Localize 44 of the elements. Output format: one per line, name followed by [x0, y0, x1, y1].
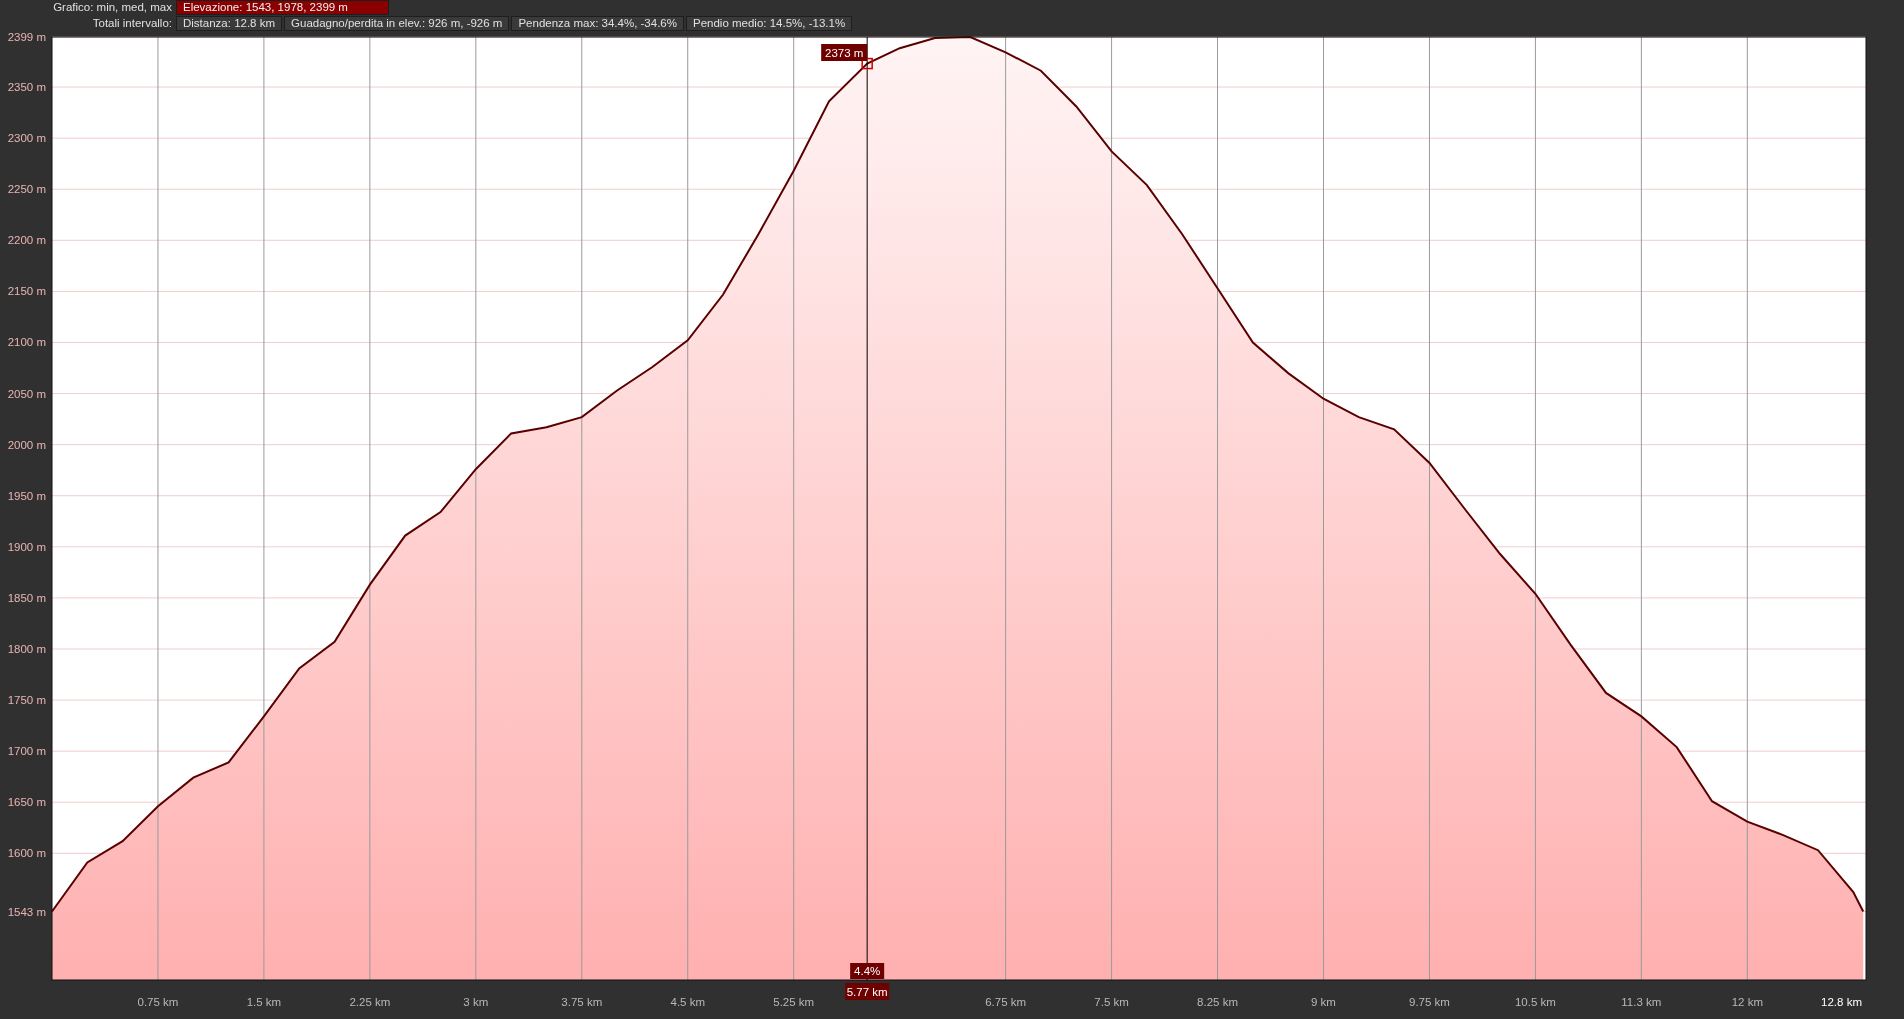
axis-label: 9.75 km: [1409, 996, 1450, 1008]
header-label: Totali intervallo:: [91, 16, 173, 31]
axis-label: 1750 m: [7, 694, 46, 707]
axis-label: 2.25 km: [349, 996, 391, 1008]
axis-label: 6.75 km: [985, 996, 1027, 1008]
axis-label: 8.25 km: [1197, 996, 1238, 1008]
stat-cell: Elevazione: 1543, 1978, 2399 m: [176, 0, 389, 15]
axis-label: 12.8 km: [1821, 996, 1862, 1008]
axis-label: 2200 m: [7, 234, 46, 247]
axis-label: 3.75 km: [561, 996, 603, 1008]
stat-cell: Distanza: 12.8 km: [176, 16, 283, 31]
header-label: Grafico: min, med, max: [52, 0, 173, 15]
distance-readout: 5.77 km: [845, 983, 890, 1000]
axis-label: 4.5 km: [670, 996, 705, 1008]
axis-label: 2399 m: [7, 31, 46, 43]
axis-label: 11.3 km: [1621, 996, 1662, 1008]
axis-label: 2150 m: [7, 285, 46, 298]
elevation-readout: 2373 m: [821, 44, 868, 61]
axis-label: 2250 m: [7, 183, 46, 196]
axis-label: 1.5 km: [246, 996, 282, 1008]
axis-label: 1900 m: [7, 540, 46, 553]
axis-label: 2100 m: [7, 336, 46, 349]
axis-label: 1850 m: [7, 591, 46, 604]
stat-cell: Guadagno/perdita in elev.: 926 m, -926 m: [284, 16, 510, 31]
axis-label: 1700 m: [7, 745, 46, 758]
axis-label: 1950 m: [7, 489, 46, 502]
axis-label: 0.75 km: [137, 996, 179, 1008]
axis-label: 1600 m: [7, 847, 46, 860]
stat-cell: Pendio medio: 14.5%, -13.1%: [686, 16, 853, 31]
axis-label: 9 km: [1311, 996, 1336, 1008]
axis-label: 2050 m: [7, 387, 46, 400]
axis-label: 2350 m: [7, 81, 46, 94]
stat-cell: Pendenza max: 34.4%, -34.6%: [511, 16, 684, 31]
axis-label: 7.5 km: [1094, 996, 1129, 1008]
axis-label: 12 km: [1731, 996, 1763, 1008]
axis-label: 3 km: [463, 996, 489, 1008]
axis-label: 10.5 km: [1514, 996, 1556, 1008]
axis-label: 1800 m: [7, 643, 46, 655]
axis-label: 5.25 km: [773, 996, 815, 1008]
axis-label: 2300 m: [7, 132, 46, 145]
axis-label: 1543 m: [7, 905, 46, 918]
axis-label: 1650 m: [7, 796, 46, 809]
axis-label: 2000 m: [7, 438, 46, 451]
slope-readout: 4.4%: [850, 963, 885, 979]
